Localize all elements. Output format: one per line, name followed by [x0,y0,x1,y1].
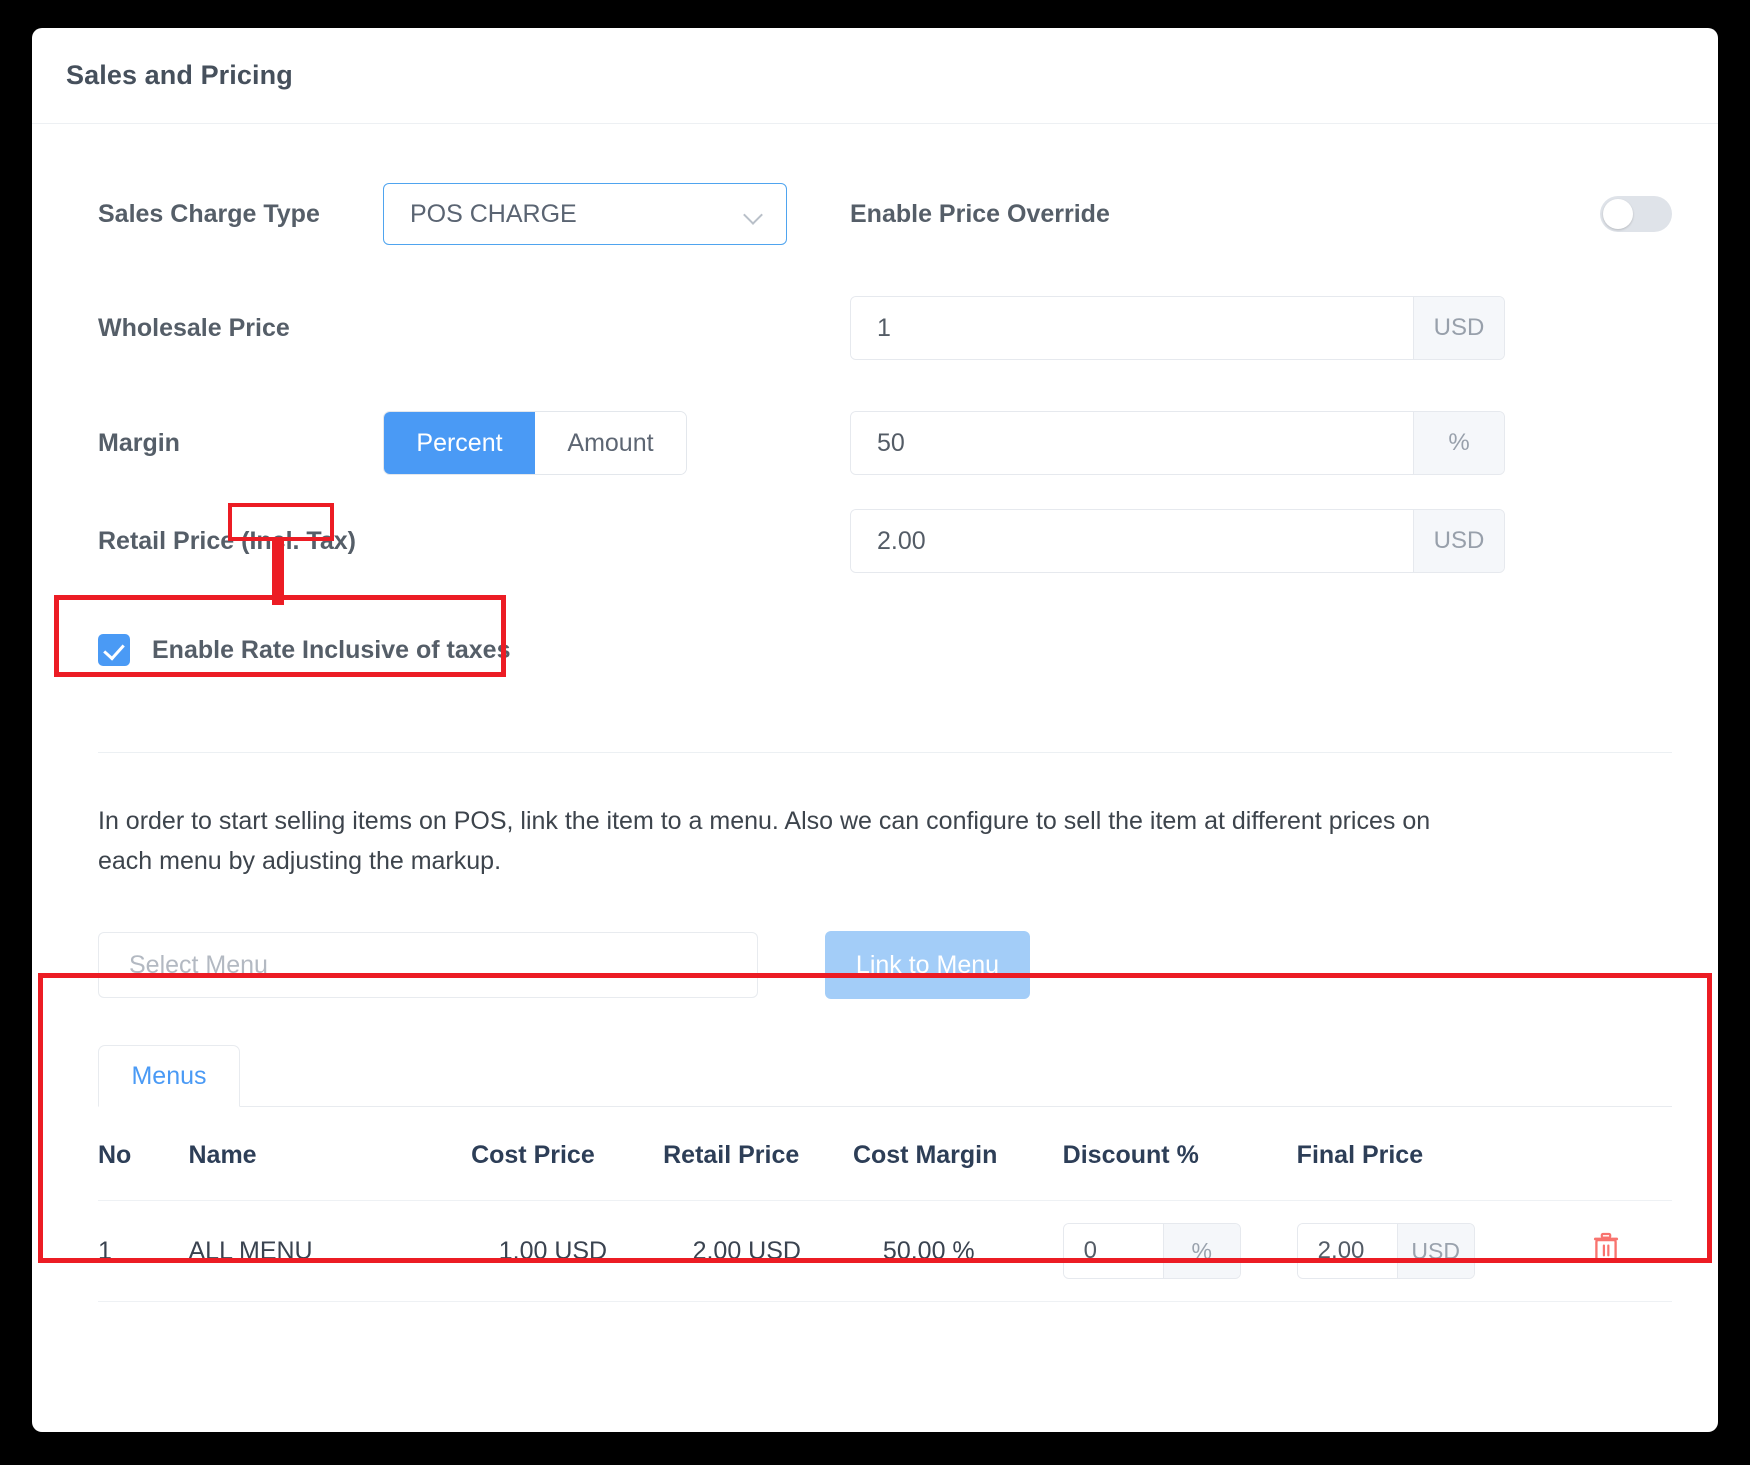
sales-charge-type-group: Sales Charge Type POS CHARGE [98,183,850,245]
link-to-menu-button[interactable]: Link to Menu [825,931,1030,999]
wholesale-price-unit: USD [1413,297,1504,359]
retail-price-input-group[interactable]: 2.00 USD [850,509,1505,573]
enable-rate-inclusive-label: Enable Rate Inclusive of taxes [152,636,510,665]
retail-price-label-wrap: Retail Price (Incl. Tax) [98,527,356,556]
wholesale-price-row: Wholesale Price 1 USD [98,262,1672,394]
enable-price-override-label: Enable Price Override [850,200,1110,229]
retail-price-tax-note: (Incl. Tax) [241,527,356,555]
enable-rate-inclusive-checkbox[interactable] [98,634,130,666]
section-divider [98,752,1672,753]
discount-input[interactable]: 0 [1064,1224,1163,1278]
margin-input[interactable]: 50 [851,412,1413,474]
col-header-name: Name [189,1107,472,1201]
menu-link-controls: Select Menu Link to Menu [98,931,1672,999]
table-header-row: No Name Cost Price Retail Price Cost Mar… [98,1107,1672,1201]
margin-unit: % [1413,412,1504,474]
sales-charge-type-label: Sales Charge Type [98,200,383,229]
col-header-no: No [98,1107,189,1201]
enable-rate-inclusive-row[interactable]: Enable Rate Inclusive of taxes [98,590,1672,710]
wholesale-price-input-group[interactable]: 1 USD [850,296,1505,360]
cell-discount: 0 % [1063,1201,1297,1302]
cell-actions [1540,1201,1673,1302]
discount-input-group[interactable]: 0 % [1063,1223,1241,1279]
margin-mode-percent-button[interactable]: Percent [384,412,535,474]
menus-table-head: No Name Cost Price Retail Price Cost Mar… [98,1107,1672,1201]
margin-left-group: Margin Percent Amount [98,411,850,475]
col-header-discount: Discount % [1063,1107,1297,1201]
col-header-final-price: Final Price [1297,1107,1540,1201]
margin-mode-amount-button[interactable]: Amount [535,412,686,474]
cell-no: 1 [98,1201,189,1302]
retail-price-label-group: Retail Price (Incl. Tax) [98,527,850,556]
discount-unit: % [1163,1224,1240,1278]
margin-row: Margin Percent Amount 50 % [98,394,1672,492]
enable-price-override-toggle[interactable] [1600,196,1672,232]
retail-price-input[interactable]: 2.00 [851,510,1413,572]
tab-underline [98,1106,1672,1107]
menus-table: No Name Cost Price Retail Price Cost Mar… [98,1107,1672,1302]
cell-retail-price: 2.00 USD [663,1201,853,1302]
menus-tabs: Menus [98,1045,1672,1107]
margin-label: Margin [98,429,383,458]
wholesale-price-label-group: Wholesale Price [98,314,850,343]
col-header-retail-price: Retail Price [663,1107,853,1201]
menus-table-body: 1 ALL MENU 1.00 USD 2.00 USD 50.00 % 0 % [98,1201,1672,1302]
card-header: Sales and Pricing [32,28,1718,124]
cell-name: ALL MENU [189,1201,472,1302]
trash-icon[interactable] [1591,1232,1621,1264]
tab-menus[interactable]: Menus [98,1045,240,1107]
margin-input-group[interactable]: 50 % [850,411,1505,475]
cell-cost-margin: 50.00 % [853,1201,1063,1302]
col-header-actions [1540,1107,1673,1201]
cell-cost-price: 1.00 USD [471,1201,663,1302]
table-row: 1 ALL MENU 1.00 USD 2.00 USD 50.00 % 0 % [98,1201,1672,1302]
menu-link-description: In order to start selling items on POS, … [98,801,1488,881]
sales-charge-type-select[interactable]: POS CHARGE [383,183,787,245]
sales-and-pricing-card: Sales and Pricing Sales Charge Type POS … [32,28,1718,1432]
retail-price-row: Retail Price (Incl. Tax) 2.00 USD [98,492,1672,590]
wholesale-price-label: Wholesale Price [98,314,383,343]
chevron-down-icon [744,208,764,220]
sales-charge-type-row: Sales Charge Type POS CHARGE Enable Pric… [98,166,1672,262]
select-menu-input[interactable]: Select Menu [98,932,758,998]
retail-price-label: Retail Price [98,527,241,555]
col-header-cost-margin: Cost Margin [853,1107,1063,1201]
card-body: Sales Charge Type POS CHARGE Enable Pric… [32,124,1718,1302]
sales-charge-type-value: POS CHARGE [410,200,577,229]
page-title: Sales and Pricing [66,60,293,91]
screenshot-root: Sales and Pricing Sales Charge Type POS … [0,0,1750,1465]
final-price-input[interactable]: 2.00 [1298,1224,1397,1278]
retail-price-unit: USD [1413,510,1504,572]
cell-final-price: 2.00 USD [1297,1201,1540,1302]
final-price-unit: USD [1397,1224,1474,1278]
final-price-input-group[interactable]: 2.00 USD [1297,1223,1475,1279]
toggle-knob [1603,199,1633,229]
enable-price-override-group: Enable Price Override [850,196,1672,232]
col-header-cost-price: Cost Price [471,1107,663,1201]
margin-mode-toggle-group: Percent Amount [383,411,687,475]
wholesale-price-input[interactable]: 1 [851,297,1413,359]
